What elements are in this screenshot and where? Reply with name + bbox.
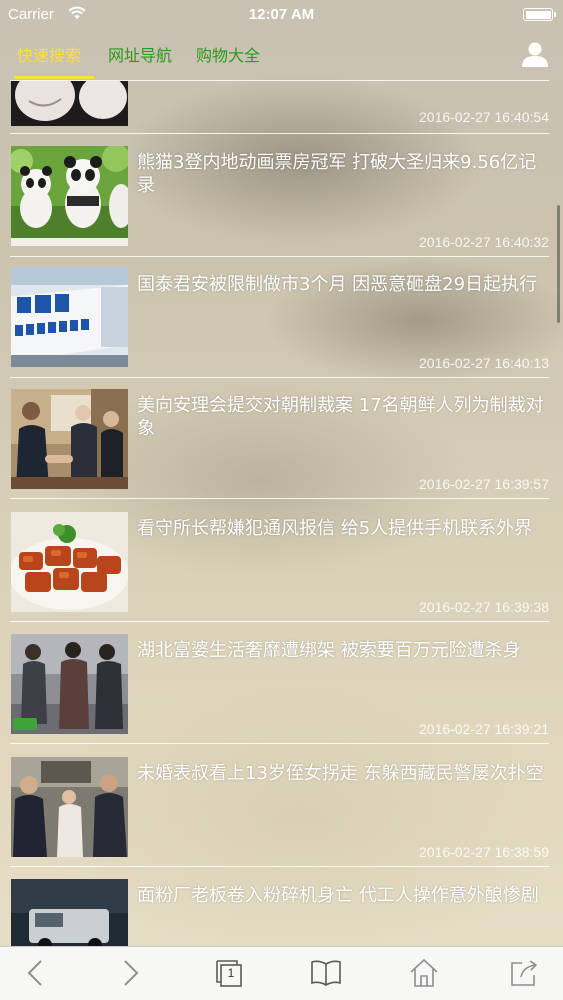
news-item[interactable]: 熊猫3登内地动画票房冠军 打破大圣归来9.56亿记录 2016-02-27 16… bbox=[0, 145, 563, 265]
news-thumbnail bbox=[11, 267, 128, 367]
news-item[interactable]: 湖北富婆生活奢靡遭绑架 被索要百万元险遭杀身 2016-02-27 16:39:… bbox=[0, 633, 563, 753]
news-time: 2016-02-27 16:39:21 bbox=[419, 721, 549, 737]
item-divider bbox=[10, 377, 549, 378]
news-thumbnail bbox=[11, 389, 128, 489]
news-feed[interactable]: 2016-02-27 16:40:54 熊猫3登内地动画票房冠军 打破大圣归来9… bbox=[0, 81, 563, 946]
scroll-indicator[interactable] bbox=[557, 205, 560, 323]
share-icon[interactable] bbox=[508, 957, 540, 989]
user-icon[interactable] bbox=[521, 40, 549, 68]
news-thumbnail bbox=[11, 757, 128, 857]
news-title: 看守所长帮嫌犯通风报信 给5人提供手机联系外界 bbox=[137, 518, 533, 539]
battery-icon bbox=[523, 8, 556, 21]
news-thumbnail bbox=[11, 512, 128, 612]
tab-shopping[interactable]: 购物大全 bbox=[196, 42, 260, 66]
tabs-icon[interactable]: 1 bbox=[214, 957, 246, 989]
news-title: 美向安理会提交对朝制裁案 17名朝鲜人列为制裁对象 bbox=[137, 395, 544, 439]
news-item[interactable]: 美向安理会提交对朝制裁案 17名朝鲜人列为制裁对象 2016-02-27 16:… bbox=[0, 388, 563, 508]
news-title: 未婚表叔看上13岁侄女拐走 东躲西藏民警屡次扑空 bbox=[137, 763, 544, 784]
tab-count: 1 bbox=[227, 966, 235, 980]
news-time: 2016-02-27 16:40:32 bbox=[419, 234, 549, 250]
home-icon[interactable] bbox=[408, 957, 440, 989]
news-item[interactable]: 面粉厂老板卷入粉碎机身亡 代工人操作意外酿惨剧 bbox=[0, 878, 563, 946]
news-title: 湖北富婆生活奢靡遭绑架 被索要百万元险遭杀身 bbox=[137, 640, 521, 661]
bookmarks-icon[interactable] bbox=[310, 957, 342, 989]
news-time: 2016-02-27 16:40:13 bbox=[419, 355, 549, 371]
item-divider bbox=[10, 256, 549, 257]
item-divider bbox=[10, 621, 549, 622]
news-time: 2016-02-27 16:40:54 bbox=[419, 109, 549, 125]
news-title: 面粉厂老板卷入粉碎机身亡 代工人操作意外酿惨剧 bbox=[137, 885, 539, 906]
item-divider bbox=[10, 133, 549, 134]
news-item[interactable]: 国泰君安被限制做市3个月 因恶意砸盘29日起执行 2016-02-27 16:4… bbox=[0, 267, 563, 387]
browser-toolbar: 1 bbox=[0, 946, 563, 1000]
news-thumbnail bbox=[11, 81, 128, 126]
status-bar: Carrier 12:07 AM bbox=[0, 0, 563, 30]
news-item[interactable]: 未婚表叔看上13岁侄女拐走 东躲西藏民警屡次扑空 2016-02-27 16:3… bbox=[0, 756, 563, 876]
tab-site-navigation[interactable]: 网址导航 bbox=[108, 42, 172, 66]
news-item[interactable]: 看守所长帮嫌犯通风报信 给5人提供手机联系外界 2016-02-27 16:39… bbox=[0, 511, 563, 631]
top-tab-bar: 快速搜索 网址导航 购物大全 bbox=[0, 30, 563, 82]
item-divider bbox=[10, 743, 549, 744]
news-thumbnail bbox=[11, 879, 128, 946]
back-icon[interactable] bbox=[20, 957, 52, 989]
item-divider bbox=[10, 866, 549, 867]
item-divider bbox=[10, 498, 549, 499]
news-time: 2016-02-27 16:38:59 bbox=[419, 844, 549, 860]
news-time: 2016-02-27 16:39:57 bbox=[419, 476, 549, 492]
status-time: 12:07 AM bbox=[248, 6, 315, 23]
news-item[interactable]: 2016-02-27 16:40:54 bbox=[0, 81, 563, 134]
news-thumbnail bbox=[11, 146, 128, 246]
news-time: 2016-02-27 16:39:38 bbox=[419, 599, 549, 615]
tab-quick-search[interactable]: 快速搜索 bbox=[17, 42, 81, 66]
active-tab-indicator bbox=[14, 76, 94, 79]
forward-icon[interactable] bbox=[114, 957, 146, 989]
news-thumbnail bbox=[11, 634, 128, 734]
news-title: 国泰君安被限制做市3个月 因恶意砸盘29日起执行 bbox=[137, 274, 538, 295]
news-title: 熊猫3登内地动画票房冠军 打破大圣归来9.56亿记录 bbox=[137, 152, 537, 196]
